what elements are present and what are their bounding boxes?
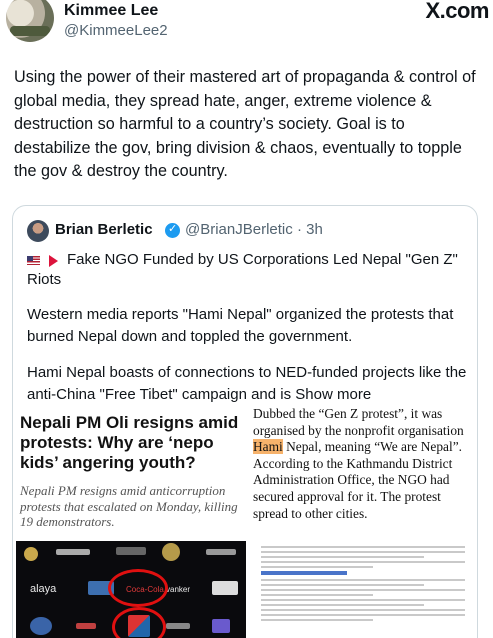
document-preview [261,546,465,624]
logo-tile [162,543,180,561]
doc-line [261,619,374,621]
doc-line [261,609,465,611]
x-logo: X.com [425,0,489,23]
quote-paragraph-2: Hami Nepal boasts of connections to NED-… [27,362,467,406]
doc-line [261,594,374,596]
article-subhead: Nepali PM resigns amid anticorruption pr… [20,483,238,529]
quote-title: Fake NGO Funded by US Corporations Led N… [27,251,458,288]
red-annotation-circle [112,607,166,638]
photo-brand-vanker: vanker [166,585,191,594]
excerpt-before: Dubbed the “Gen Z protest”, it was organ… [253,406,464,438]
quote-time: · 3h [296,221,323,238]
post-header: Kimmee Lee @KimmeeLee2 X.com [0,0,493,50]
red-annotation-circle [108,569,168,607]
doc-link [261,571,347,575]
doc-line [261,604,425,606]
logo-tile [30,617,52,635]
author-name[interactable]: Kimmee Lee [64,2,158,20]
logo-tile [116,547,146,555]
post-text: Using the power of their mastered art of… [14,68,476,180]
logo-tile [76,623,96,629]
logo-tile [206,549,236,555]
doc-line [261,561,465,563]
show-more-link[interactable]: Show more [295,386,371,403]
doc-line [261,546,465,548]
author-avatar[interactable] [6,0,54,42]
quote-author-avatar[interactable] [27,220,49,242]
author-handle[interactable]: @KimmeeLee2 [64,22,168,39]
logo-tile [212,619,230,633]
logo-tile [24,547,38,561]
excerpt-after: Nepal, meaning “We are Nepal”. According… [253,439,462,521]
article-photo: alaya Coca-Cola vanker [16,541,246,638]
doc-line [261,614,465,616]
highlighted-word: Hami [253,439,283,455]
doc-line [261,579,465,581]
doc-line [261,599,465,601]
quote-author-handle[interactable]: @BrianJBerletic · 3h [185,221,323,238]
logo-tile [212,581,238,595]
logo-tile [56,549,90,555]
quote-paragraph-1: Western media reports "Hami Nepal" organ… [27,306,454,345]
quote-paragraph-2-text: Hami Nepal boasts of connections to NED-… [27,364,467,403]
verified-badge-icon [165,222,180,238]
photo-brand-alaya: alaya [30,583,57,595]
article-screenshot-left[interactable]: Nepali PM Oli resigns amid protests: Why… [16,411,246,638]
doc-line [261,556,425,558]
logo-tile [166,623,190,629]
doc-line [261,584,425,586]
article-screenshot-right[interactable]: Dubbed the “Gen Z protest”, it was organ… [253,406,475,638]
quote-handle-text: @BrianJBerletic [185,221,293,238]
doc-line [261,566,374,568]
article-headline: Nepali PM Oli resigns amid protests: Why… [20,413,239,472]
doc-line [261,589,465,591]
quoted-post[interactable]: Brian Berletic @BrianJBerletic · 3h Fake… [12,205,478,638]
doc-line [261,551,465,553]
quote-author-name[interactable]: Brian Berletic [55,221,153,238]
article-excerpt: Dubbed the “Gen Z protest”, it was organ… [253,406,469,522]
